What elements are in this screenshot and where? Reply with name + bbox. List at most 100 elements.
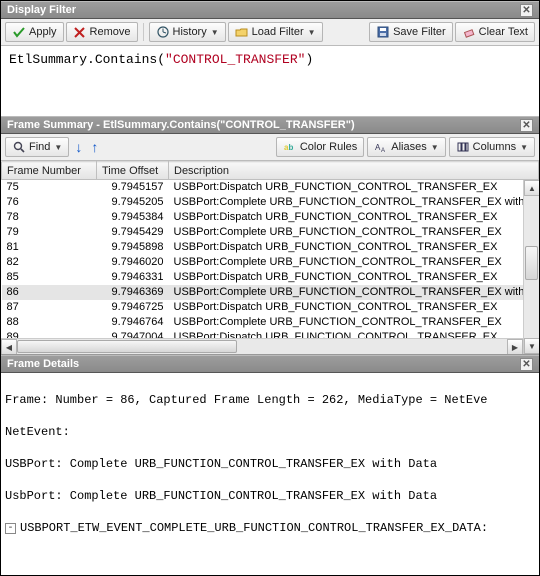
cell-description: USBPort:Complete URB_FUNCTION_CONTROL_TR…: [169, 195, 539, 210]
cell-frame-number: 88: [2, 315, 97, 330]
cell-time-offset: 9.7946020: [97, 255, 169, 270]
frame-summary-titlebar: Frame Summary - EtlSummary.Contains("CON…: [1, 116, 539, 134]
eraser-icon: [462, 25, 476, 39]
scroll-thumb[interactable]: [17, 340, 237, 353]
table-row[interactable]: 869.7946369USBPort:Complete URB_FUNCTION…: [2, 285, 539, 300]
tree-line: UsbPort: Complete URB_FUNCTION_CONTROL_T…: [5, 488, 437, 504]
history-button[interactable]: History ▼: [149, 22, 226, 42]
close-icon[interactable]: ✕: [520, 358, 533, 371]
cell-description: USBPort:Dispatch URB_FUNCTION_CONTROL_TR…: [169, 240, 539, 255]
clear-text-button[interactable]: Clear Text: [455, 22, 535, 42]
cell-time-offset: 9.7945157: [97, 180, 169, 195]
cell-description: USBPort:Dispatch URB_FUNCTION_CONTROL_TR…: [169, 210, 539, 225]
cell-frame-number: 81: [2, 240, 97, 255]
table-row[interactable]: 879.7946725USBPort:Dispatch URB_FUNCTION…: [2, 300, 539, 315]
col-time-offset[interactable]: Time Offset: [97, 162, 169, 180]
load-filter-label: Load Filter: [252, 26, 304, 38]
display-filter-title: Display Filter: [7, 4, 76, 16]
color-rules-button[interactable]: ab Color Rules: [276, 137, 364, 157]
scroll-right-icon[interactable]: ▶: [507, 339, 523, 355]
cell-time-offset: 9.7946331: [97, 270, 169, 285]
save-filter-button[interactable]: Save Filter: [369, 22, 453, 42]
chevron-down-icon: ▼: [520, 143, 528, 152]
tree-line: NetEvent:: [5, 424, 70, 440]
cell-time-offset: 9.7945384: [97, 210, 169, 225]
cell-time-offset: 9.7945205: [97, 195, 169, 210]
columns-button[interactable]: Columns ▼: [449, 137, 535, 157]
load-filter-button[interactable]: Load Filter ▼: [228, 22, 323, 42]
check-icon: [12, 25, 26, 39]
cell-description: USBPort:Complete URB_FUNCTION_CONTROL_TR…: [169, 315, 539, 330]
save-filter-label: Save Filter: [393, 26, 446, 38]
find-label: Find: [29, 141, 50, 153]
aliases-button[interactable]: AA Aliases ▼: [367, 137, 445, 157]
apply-label: Apply: [29, 26, 57, 38]
scroll-down-icon[interactable]: ▼: [524, 338, 539, 354]
table-row[interactable]: 889.7946764USBPort:Complete URB_FUNCTION…: [2, 315, 539, 330]
table-row[interactable]: 799.7945429USBPort:Complete URB_FUNCTION…: [2, 225, 539, 240]
tag-icon: AA: [374, 140, 388, 154]
table-row[interactable]: 759.7945157USBPort:Dispatch URB_FUNCTION…: [2, 180, 539, 195]
cell-frame-number: 75: [2, 180, 97, 195]
aliases-label: Aliases: [391, 141, 426, 153]
x-icon: [73, 25, 87, 39]
cell-frame-number: 82: [2, 255, 97, 270]
cell-description: USBPort:Complete URB_FUNCTION_CONTROL_TR…: [169, 285, 539, 300]
tree-line: USBPort: Complete URB_FUNCTION_CONTROL_T…: [5, 456, 437, 472]
chevron-down-icon: ▼: [54, 143, 62, 152]
cell-frame-number: 87: [2, 300, 97, 315]
cell-frame-number: 85: [2, 270, 97, 285]
close-icon[interactable]: ✕: [520, 119, 533, 132]
scroll-thumb[interactable]: [525, 246, 538, 280]
find-button[interactable]: Find ▼: [5, 137, 69, 157]
col-frame-number[interactable]: Frame Number: [2, 162, 97, 180]
vertical-scrollbar[interactable]: ▲ ▼: [523, 180, 539, 354]
apply-button[interactable]: Apply: [5, 22, 64, 42]
scroll-left-icon[interactable]: ◀: [1, 339, 17, 355]
frame-summary-toolbar: Find ▼ ↓ ↑ ab Color Rules AA Aliases ▼ C…: [1, 134, 539, 161]
frame-details-tree[interactable]: Frame: Number = 86, Captured Frame Lengt…: [1, 373, 539, 539]
table-row[interactable]: 769.7945205USBPort:Complete URB_FUNCTION…: [2, 195, 539, 210]
clock-icon: [156, 25, 170, 39]
columns-label: Columns: [473, 141, 516, 153]
table-row[interactable]: 829.7946020USBPort:Complete URB_FUNCTION…: [2, 255, 539, 270]
col-description[interactable]: Description: [169, 162, 539, 180]
frame-summary-title: Frame Summary - EtlSummary.Contains("CON…: [7, 119, 355, 131]
find-prev-button[interactable]: ↑: [88, 139, 101, 155]
find-next-button[interactable]: ↓: [72, 139, 85, 155]
cell-time-offset: 9.7946764: [97, 315, 169, 330]
folder-open-icon: [235, 25, 249, 39]
cell-frame-number: 79: [2, 225, 97, 240]
cell-frame-number: 78: [2, 210, 97, 225]
remove-label: Remove: [90, 26, 131, 38]
cell-frame-number: 86: [2, 285, 97, 300]
search-icon: [12, 140, 26, 154]
cell-time-offset: 9.7946369: [97, 285, 169, 300]
separator: [143, 23, 144, 41]
display-filter-titlebar: Display Filter ✕: [1, 1, 539, 19]
chevron-down-icon: ▼: [308, 28, 316, 37]
save-icon: [376, 25, 390, 39]
table-row[interactable]: 789.7945384USBPort:Dispatch URB_FUNCTION…: [2, 210, 539, 225]
horizontal-scrollbar[interactable]: ◀ ▶: [1, 338, 523, 354]
close-icon[interactable]: ✕: [520, 4, 533, 17]
cell-time-offset: 9.7945429: [97, 225, 169, 240]
history-label: History: [173, 26, 207, 38]
clear-text-label: Clear Text: [479, 26, 528, 38]
cell-time-offset: 9.7946725: [97, 300, 169, 315]
tree-line: Frame: Number = 86, Captured Frame Lengt…: [5, 392, 487, 408]
table-row[interactable]: 859.7946331USBPort:Dispatch URB_FUNCTION…: [2, 270, 539, 285]
remove-button[interactable]: Remove: [66, 22, 138, 42]
scroll-up-icon[interactable]: ▲: [524, 180, 539, 196]
display-filter-toolbar: Apply Remove History ▼ Load Filter ▼ Sav…: [1, 19, 539, 46]
columns-icon: [456, 140, 470, 154]
cell-description: USBPort:Dispatch URB_FUNCTION_CONTROL_TR…: [169, 270, 539, 285]
palette-icon: ab: [283, 140, 297, 154]
collapse-icon[interactable]: -: [5, 523, 16, 534]
frame-details-titlebar: Frame Details ✕: [1, 355, 539, 373]
table-row[interactable]: 819.7945898USBPort:Dispatch URB_FUNCTION…: [2, 240, 539, 255]
cell-description: USBPort:Dispatch URB_FUNCTION_CONTROL_TR…: [169, 180, 539, 195]
filter-expression-input[interactable]: EtlSummary.Contains("CONTROL_TRANSFER"): [1, 46, 539, 116]
chevron-down-icon: ▼: [211, 28, 219, 37]
frame-summary-grid[interactable]: Frame Number Time Offset Description 759…: [1, 161, 539, 355]
